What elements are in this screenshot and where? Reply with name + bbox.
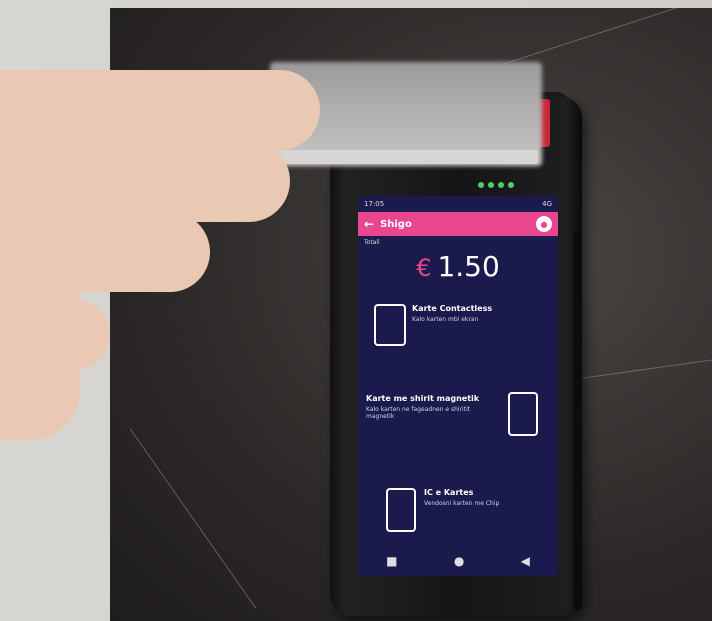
amount-display: €1.50 xyxy=(358,250,558,283)
app-bar: ← Shigo ● xyxy=(358,212,558,236)
marble-vein xyxy=(129,428,257,610)
currency-symbol: € xyxy=(416,254,432,282)
status-bar: 17:05 4G xyxy=(358,196,558,212)
chip-card-icon xyxy=(386,488,416,532)
magnetic-stripe-icon xyxy=(508,392,538,436)
marble-vein xyxy=(489,6,681,69)
led xyxy=(508,182,514,188)
payment-card-edge xyxy=(278,150,538,164)
option-title: Karte me shirit magnetik xyxy=(366,394,480,403)
option-chip[interactable]: IC e Kartes Vendosni karten me Chip xyxy=(424,488,554,507)
option-contactless[interactable]: Karte Contactless Kalo karten mbi ekran xyxy=(412,304,552,323)
amount-value: 1.50 xyxy=(437,250,500,283)
android-nav-bar: ■ ● ◀ xyxy=(358,546,558,576)
led xyxy=(478,182,484,188)
total-label: Totali xyxy=(364,239,380,246)
marble-vein xyxy=(579,358,712,379)
option-magnetic-stripe[interactable]: Karte me shirit magnetik Kalo karten ne … xyxy=(366,394,496,420)
photo-scene: 17:05 4G ← Shigo ● Totali €1.50 Karte Co… xyxy=(0,0,712,621)
app-title: Shigo xyxy=(380,218,412,230)
back-arrow-icon[interactable]: ← xyxy=(364,217,374,231)
status-time: 17:05 xyxy=(364,200,385,208)
contactless-card-icon xyxy=(374,304,406,346)
home-icon[interactable]: ● xyxy=(454,554,464,568)
terminal-side xyxy=(574,230,582,610)
led xyxy=(488,182,494,188)
status-signal: 4G xyxy=(542,200,552,208)
brand-logo-icon: ● xyxy=(536,216,552,232)
palm xyxy=(0,80,80,440)
option-title: IC e Kartes xyxy=(424,488,474,497)
option-title: Karte Contactless xyxy=(412,304,493,313)
option-subtitle: Kalo karten ne fageadnen e shiritit magn… xyxy=(366,406,471,420)
option-subtitle: Vendosni karten me Chip xyxy=(424,500,500,507)
recent-apps-icon[interactable]: ■ xyxy=(386,554,397,568)
contactless-leds xyxy=(478,182,514,188)
option-subtitle: Kalo karten mbi ekran xyxy=(412,316,479,323)
back-icon[interactable]: ◀ xyxy=(521,554,530,568)
terminal-screen: 17:05 4G ← Shigo ● Totali €1.50 Karte Co… xyxy=(358,196,558,576)
led xyxy=(498,182,504,188)
